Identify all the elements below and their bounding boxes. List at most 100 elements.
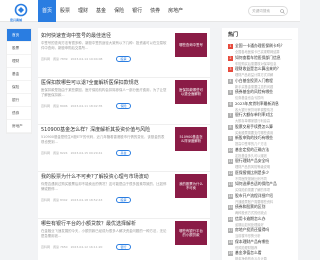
- nav-item-funds[interactable]: 基金: [92, 0, 110, 22]
- hot-rank-badge: 11: [228, 159, 233, 164]
- thumbnail-caption: 哪些查询中签号: [179, 42, 203, 47]
- sidebar-item-stocks[interactable]: 股票: [7, 42, 31, 55]
- sidebar-item-home[interactable]: 首页: [7, 29, 31, 42]
- hot-rank-badge: 2: [228, 55, 233, 61]
- article-title[interactable]: 哪些有银行平台的小额贷款？最优选择解析: [41, 220, 169, 227]
- article-title[interactable]: 如何快速查询中签号的最佳途径: [41, 32, 169, 39]
- hot-item-subtitle: 不同医院报销比例不同: [235, 176, 267, 181]
- main-nav: 首页 股票 理财 基金 保险 银行 债券 房地产: [38, 0, 187, 22]
- hot-item[interactable]: 16 信用卡逾期怎么办 逾期后如何处理最好: [228, 216, 296, 228]
- hot-rank-badge: 19: [228, 251, 233, 256]
- hot-item[interactable]: 12 医保报销比例是多少 不同医院报销比例不同: [228, 170, 296, 182]
- hot-item-subtitle: 买保险前需要了解的事项: [235, 188, 271, 192]
- hot-rank-badge: 5: [228, 90, 233, 95]
- hot-item-subtitle: 当前楼市形势分析: [235, 234, 261, 238]
- sidebar-item-funds[interactable]: 基金: [7, 68, 31, 81]
- thumbnail-caption: 医保扣款哪些可以退全面解析: [179, 87, 203, 96]
- hot-panel: 热门 1 全国一卡通办理医保刷卡吗？ 全国各地医保卡已实现联网结算 2 如何查看车险医保…: [222, 28, 298, 260]
- hot-item-subtitle: 全国各地医保卡已实现联网结算: [235, 50, 280, 54]
- hot-item[interactable]: 11 银行理财产品安全吗 理财产品的风险等级说明: [228, 158, 296, 170]
- article-thumbnail[interactable]: 医保扣款哪些可以退全面解析: [175, 80, 207, 104]
- article-summary: 中签号的查询方法有很多种，新股中签的途径大致有以下几种：投资者可以在交易软件中查…: [41, 41, 167, 50]
- hot-item[interactable]: 17 房地产投资还值得吗 当前楼市形势分析: [228, 227, 296, 239]
- hot-item[interactable]: 13 如何选择合适的保险产品 买保险前需要了解的事项: [228, 181, 296, 193]
- article-tag[interactable]: 股票: [116, 56, 131, 62]
- hot-item-subtitle: 理财产品的风险等级说明: [235, 165, 271, 169]
- nav-item-insurance[interactable]: 保险: [110, 0, 128, 22]
- article-item[interactable]: 我的股票为什么不可卖?了解投资心理与市场波动 你是否遇到过购买股票后却不能卖出的情…: [38, 169, 210, 219]
- search-placeholder: 关键词搜索: [252, 9, 270, 13]
- hot-item-subtitle: 新手买基金需要注意的问题: [235, 84, 274, 89]
- sidebar-item-realestate[interactable]: 房地产: [7, 120, 31, 133]
- hot-item[interactable]: 10 基金定投的正确方法 定投基金多久可以赚钱: [228, 147, 296, 159]
- nav-item-home[interactable]: 首页: [38, 0, 57, 22]
- article-tag[interactable]: 股票: [116, 197, 131, 203]
- thumbnail-caption: 哪些有银行平台的小额贷款: [179, 228, 203, 237]
- hot-item[interactable]: 9 新股申购的技巧有哪些 提高中签率的几个方法: [228, 135, 296, 147]
- nav-item-wealth[interactable]: 理财: [74, 0, 92, 22]
- article-title[interactable]: 510900基金怎么样？深度解析其投资价值与风险: [41, 126, 169, 133]
- nav-item-stocks[interactable]: 股票: [56, 0, 74, 22]
- sidebar-item-insurance[interactable]: 保险: [7, 81, 31, 94]
- article-summary: 你是否遇到过购买股票后却不能卖出的情况？这可能是由于很多因素导致的，比如停牌或跌…: [41, 182, 167, 191]
- article-meta: 百科网 阅读 8906 2023-04-11 18:02:35: [41, 104, 103, 108]
- search-icon[interactable]: [280, 9, 285, 14]
- hot-item[interactable]: 7 银行大额存单利率对比 大额存单哪家银行利息高: [228, 112, 296, 124]
- hot-item[interactable]: 8 股票交易手续费怎么算 买卖股票需要支付哪些费用: [228, 124, 296, 136]
- article-item[interactable]: 哪些有银行平台的小额贷款？最优选择解析 在金融业飞速发展的今天，小额贷款已经成为很…: [38, 216, 210, 260]
- logo-icon[interactable]: [14, 3, 28, 19]
- hot-item[interactable]: 14 股市开户流程详细介绍 开通股票账户需要哪些资料: [228, 193, 296, 205]
- article-summary: 医保扣款是指由于某些原因，医疗保险机构会扣除参保人一部分医疗费用，为了让您了解医…: [41, 88, 167, 97]
- hot-rank-badge: 14: [228, 193, 233, 199]
- article-title[interactable]: 医保扣款哪些可以退?全面解析医保扣款规范: [41, 79, 169, 86]
- search-box[interactable]: 关键词搜索: [248, 6, 288, 16]
- hot-rank-badge: 18: [228, 239, 233, 245]
- logo-text: 宏兴商城: [10, 18, 23, 22]
- article-thumbnail[interactable]: 哪些有银行平台的小额贷款: [175, 221, 207, 245]
- hot-item[interactable]: 6 2023年房贷利率最新消息 各大银行房贷利率调整情况: [228, 101, 296, 113]
- hot-item[interactable]: 5 债券基金的风险有哪些 债券基金也会亏损吗: [228, 89, 296, 101]
- article-item[interactable]: 510900基金怎么样？深度解析其投资价值与风险 510900基金是恒生H股ETF…: [38, 122, 210, 172]
- article-meta: 百科网 阅读 8224 2023-04-15 09:29:41: [41, 151, 103, 155]
- hot-item-subtitle: 两种投资方式的优缺点: [235, 211, 267, 215]
- nav-item-realestate[interactable]: 房地产: [164, 0, 187, 22]
- hot-item-subtitle: 基金净值的含义与计算: [235, 257, 267, 260]
- sidebar-item-banks[interactable]: 银行: [7, 94, 31, 107]
- hot-item[interactable]: 4 小白基金投资入门教程 新手买基金需要注意的问题: [228, 78, 296, 90]
- hot-rank-badge: 6: [228, 101, 233, 107]
- hot-item-subtitle: 逾期后如何处理最好: [235, 222, 264, 227]
- article-summary: 510900基金是恒生H股ETF的代码，近几年随着香港股市行情的变化，该基金的表…: [41, 135, 165, 144]
- hot-rank-badge: 3: [228, 67, 233, 72]
- nav-item-bonds[interactable]: 债券: [146, 0, 164, 22]
- hot-item[interactable]: 1 全国一卡通办理医保刷卡吗？ 全国各地医保卡已实现联网结算: [228, 43, 296, 55]
- hot-item-subtitle: 买卖股票需要支付哪些费用: [235, 130, 274, 135]
- sidebar-item-wealth[interactable]: 理财: [7, 55, 31, 68]
- sidebar-item-bonds[interactable]: 债券: [7, 107, 31, 120]
- hot-panel-divider: [228, 39, 292, 40]
- hot-item[interactable]: 19 基金净值怎么看 基金净值的含义与计算: [228, 250, 296, 260]
- article-tag[interactable]: 银行: [116, 244, 131, 250]
- article-item[interactable]: 如何快速查询中签号的最佳途径 中签号的查询方法有很多种，新股中签的途径大致有以下几…: [38, 28, 210, 78]
- hot-item-subtitle: 大额存单哪家银行利息高: [235, 119, 271, 123]
- top-bar: 宏兴商城 首页 股票 理财 基金 保险 银行 债券 房地产 关键词搜索: [0, 0, 300, 22]
- article-thumbnail[interactable]: 我的股票为什么不可卖: [175, 174, 207, 198]
- article-item[interactable]: 医保扣款哪些可以退?全面解析医保扣款规范 医保扣款是指由于某些原因，医疗保险机构会…: [38, 75, 210, 125]
- article-title[interactable]: 我的股票为什么不可卖?了解投资心理与市场波动: [41, 173, 169, 180]
- nav-item-banks[interactable]: 银行: [128, 0, 146, 22]
- article-thumbnail[interactable]: 哪些查询中签号: [175, 33, 207, 57]
- hot-rank-badge: 12: [228, 170, 233, 176]
- article-thumbnail[interactable]: 510900基金怎么样深度解析: [175, 127, 207, 151]
- hot-item[interactable]: 3 理财收益是怎么算出来的？ 理财产品收益计算方式详解: [228, 66, 296, 78]
- hot-item-subtitle: 定投基金多久可以赚钱: [235, 153, 267, 158]
- article-list: 如何快速查询中签号的最佳途径 中签号的查询方法有很多种，新股中签的途径大致有以下几…: [38, 28, 210, 260]
- article-meta: 百科网 阅读 8342 2023-04-18 18:52:43: [41, 198, 103, 202]
- hot-item[interactable]: 15 债券和股票的区别 两种投资方式的优缺点: [228, 204, 296, 216]
- hot-item[interactable]: 18 保本理财产品有哪些 低风险理财推荐: [228, 239, 296, 251]
- article-tag[interactable]: 保险: [116, 103, 131, 109]
- hot-item-subtitle: 低风险理财推荐: [235, 245, 258, 250]
- hot-rank-badge: 1: [228, 44, 233, 49]
- hot-rank-badge: 10: [228, 147, 233, 153]
- article-tag[interactable]: 基金: [116, 150, 131, 156]
- hot-item-subtitle: 提高中签率的几个方法: [235, 142, 267, 146]
- hot-item[interactable]: 2 如何查看车险医保部门信息 车险购买后需要核对保单信息: [228, 55, 296, 67]
